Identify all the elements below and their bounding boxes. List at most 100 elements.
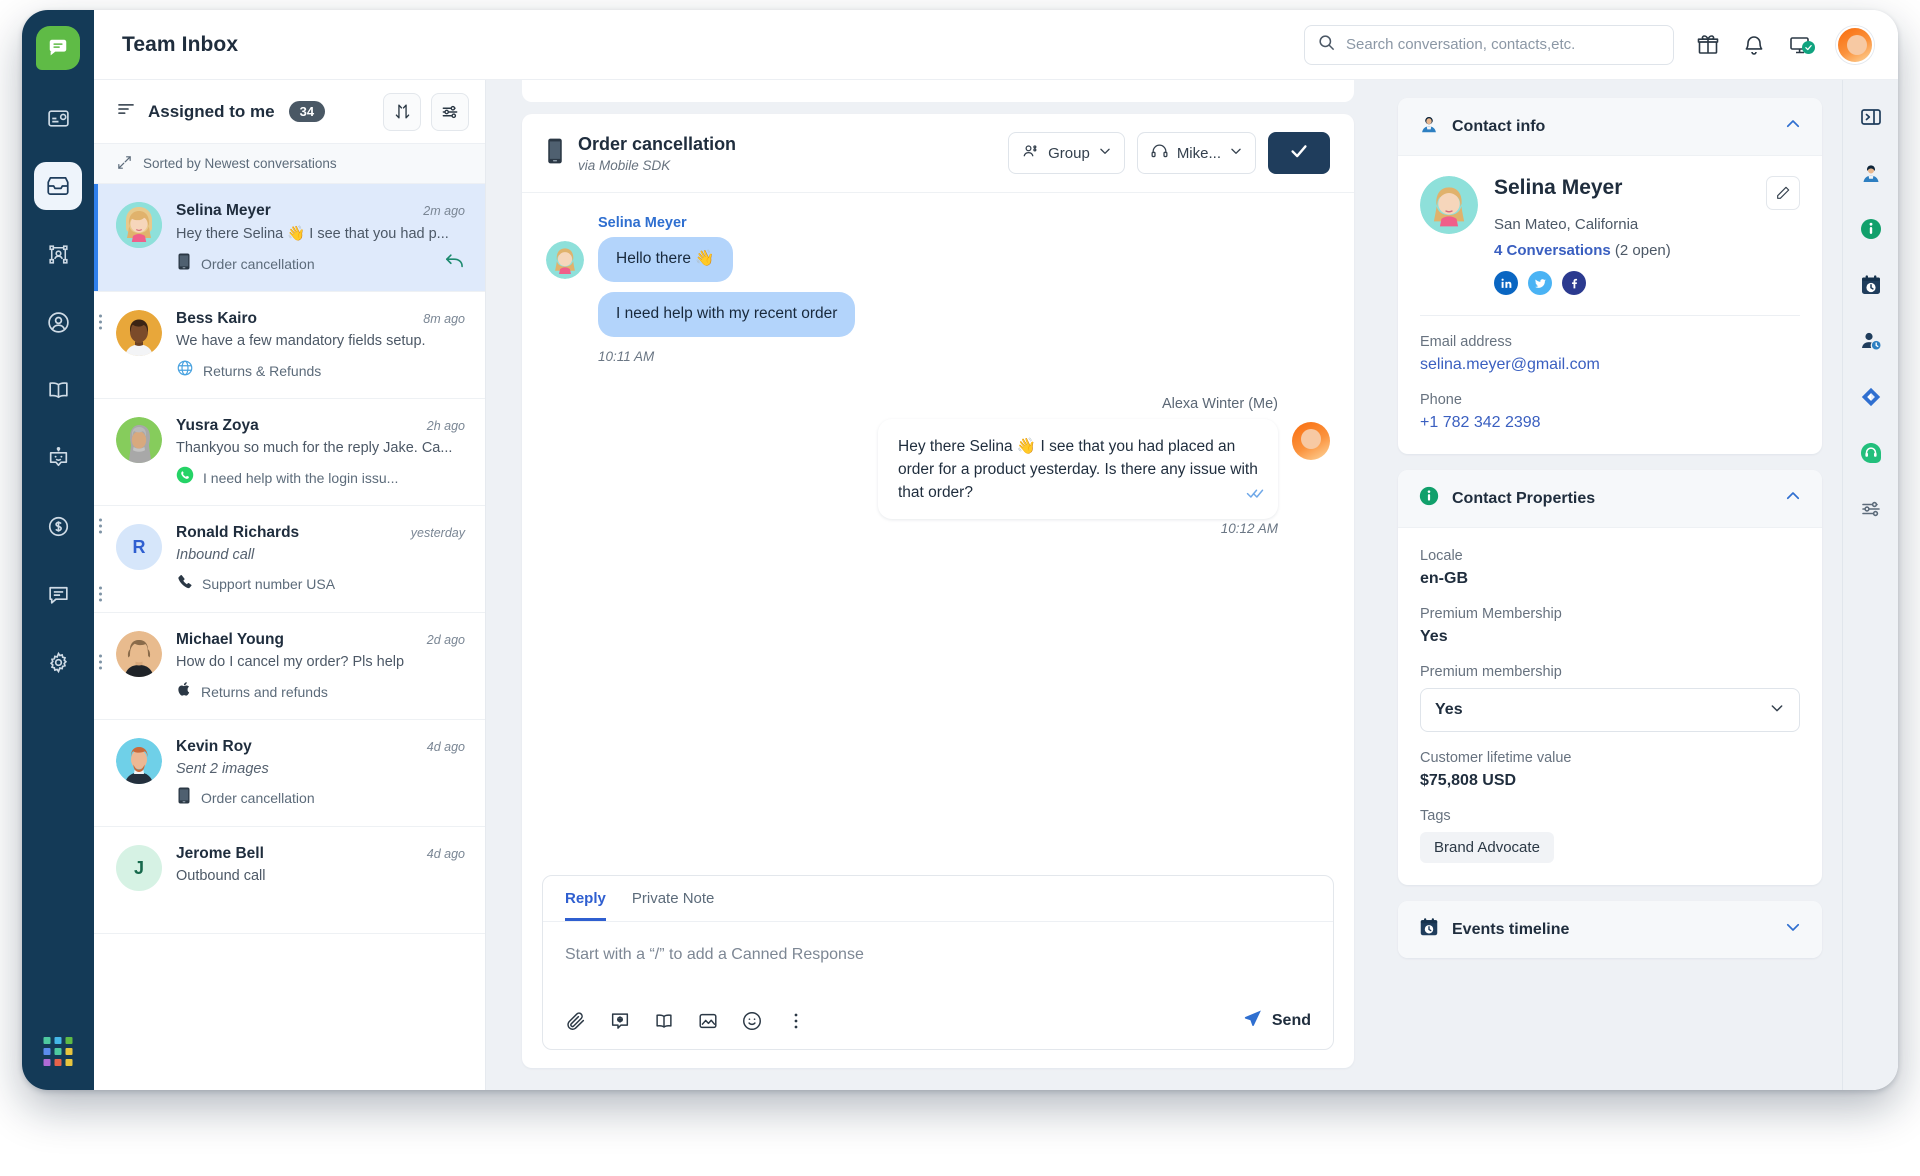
facebook-icon[interactable] — [1562, 271, 1586, 295]
events-timeline-tab[interactable] — [1856, 270, 1886, 300]
contact-name: Selina Meyer — [1494, 176, 1623, 199]
premium-membership-select[interactable]: Yes — [1420, 688, 1800, 732]
app-logo[interactable] — [36, 26, 80, 70]
canned-response-icon[interactable] — [609, 1010, 631, 1032]
sorted-by-bar[interactable]: Sorted by Newest conversations — [94, 144, 485, 184]
list-item-channel: Returns and refunds — [201, 683, 328, 700]
phone-field-block: Phone +1 782 342 2398 — [1420, 392, 1800, 432]
panel-settings-button[interactable] — [1856, 494, 1886, 524]
list-item[interactable]: J Jerome Bell 4d ago Outbound call — [94, 827, 485, 934]
list-item[interactable]: Selina Meyer 2m ago Hey there Selina 👋 I… — [94, 184, 485, 292]
property-value: en-GB — [1420, 570, 1468, 587]
phone-value[interactable]: +1 782 342 2398 — [1420, 414, 1800, 432]
list-item-time: yesterday — [410, 526, 465, 540]
list-item-time: 4d ago — [426, 740, 465, 754]
sort-arrows-icon[interactable] — [383, 92, 421, 131]
chevron-down-icon[interactable] — [1784, 918, 1802, 941]
user-avatar[interactable] — [1836, 25, 1874, 64]
contact-details: Selina Meyer San Mateo, California 4 Con… — [1494, 176, 1800, 295]
monitor-check-icon[interactable] — [1788, 33, 1815, 57]
tab-private-note[interactable]: Private Note — [632, 890, 715, 921]
image-icon[interactable] — [697, 1010, 719, 1032]
property-premium-membership-text: Premium Membership Yes — [1420, 606, 1800, 646]
conversation-items-scroll[interactable]: Selina Meyer 2m ago Hey there Selina 👋 I… — [94, 184, 485, 1090]
agent-selector[interactable]: Mike... — [1136, 132, 1256, 174]
gift-icon[interactable] — [1696, 33, 1720, 57]
events-timeline-title: Events timeline — [1452, 920, 1570, 938]
info-circle-icon — [1418, 485, 1440, 512]
paperclip-icon[interactable] — [565, 1010, 587, 1032]
collapse-panel-button[interactable] — [1856, 102, 1886, 132]
check-icon — [1288, 140, 1310, 167]
sidebar-item-bots[interactable] — [34, 434, 82, 482]
sidebar-item-flows[interactable] — [34, 230, 82, 278]
left-navigation-rail — [22, 10, 102, 1090]
resolve-button[interactable] — [1268, 132, 1330, 174]
email-label: Email address — [1420, 334, 1512, 350]
sidebar-item-settings[interactable] — [34, 638, 102, 686]
conversations-link[interactable]: 4 Conversations — [1494, 242, 1611, 259]
jira-integration-tab[interactable] — [1856, 382, 1886, 412]
sidebar-item-knowledge[interactable] — [34, 366, 82, 414]
email-value[interactable]: selina.meyer@gmail.com — [1420, 356, 1800, 374]
pencil-edit-icon[interactable] — [1766, 176, 1800, 210]
thread-title-block: Order cancellation via Mobile SDK — [578, 134, 736, 173]
headset-icon — [1150, 142, 1169, 165]
sidebar-item-contacts[interactable] — [34, 298, 102, 346]
list-item-content: Ronald Richards yesterday Inbound call S… — [176, 524, 465, 596]
tag-chip[interactable]: Brand Advocate — [1420, 832, 1554, 863]
contact-properties-card-header[interactable]: Contact Properties — [1398, 470, 1822, 528]
list-item-channel: Support number USA — [202, 576, 336, 592]
contact-info-body: Selina Meyer San Mateo, California 4 Con… — [1398, 156, 1822, 454]
contact-properties-body: Locale en-GB Premium Membership Yes Prem… — [1398, 528, 1822, 885]
search-box[interactable] — [1304, 24, 1674, 65]
reply-input[interactable]: Start with a “/” to add a Canned Respons… — [543, 922, 1333, 996]
list-item[interactable]: R Ronald Richards yesterday Inbound call — [94, 506, 485, 613]
sidebar-item-inbox[interactable] — [34, 162, 82, 210]
sidebar-item-billing[interactable] — [34, 502, 102, 550]
twitter-icon[interactable] — [1528, 271, 1552, 295]
avatar — [116, 310, 162, 356]
list-item-snippet: How do I cancel my order? Pls help — [176, 654, 405, 670]
previous-conversations-tab[interactable] — [1856, 326, 1886, 356]
linkedin-icon[interactable] — [1494, 271, 1518, 295]
outgoing-message-column: Alexa Winter (Me) Hey there Selina 👋 I s… — [878, 396, 1278, 536]
events-timeline-card-header[interactable]: Events timeline — [1398, 901, 1822, 958]
chevron-up-icon[interactable] — [1784, 487, 1802, 510]
filter-sliders-icon[interactable] — [431, 92, 469, 131]
knowledge-book-icon[interactable] — [653, 1010, 675, 1032]
group-people-icon — [1021, 142, 1040, 165]
list-item[interactable]: Kevin Roy 4d ago Sent 2 images Order can… — [94, 720, 485, 827]
contact-properties-tab[interactable] — [1856, 214, 1886, 244]
group-selector[interactable]: Group — [1008, 132, 1125, 174]
chevron-down-icon — [1229, 144, 1243, 162]
contact-person-icon — [1418, 113, 1440, 140]
mobile-sdk-icon — [176, 787, 192, 809]
message-bubble: Hey there Selina 👋 I see that you had pl… — [878, 418, 1278, 519]
list-item[interactable]: Bess Kairo 8m ago We have a few mandator… — [94, 292, 485, 399]
support-integration-tab[interactable] — [1856, 438, 1886, 468]
more-vertical-icon[interactable] — [785, 1010, 807, 1032]
app-window: Team Inbox Search conversation, contacts… — [22, 10, 1898, 1090]
list-item[interactable]: Yusra Zoya 2h ago Thankyou so much for t… — [94, 399, 485, 506]
mobile-sdk-icon — [176, 253, 192, 275]
contact-info-card-header[interactable]: Contact info — [1398, 98, 1822, 156]
sidebar-item-dashboard[interactable] — [34, 94, 82, 142]
apps-grid-icon[interactable] — [43, 1037, 73, 1066]
search-input[interactable] — [1346, 36, 1661, 53]
sidebar-item-messages[interactable] — [34, 570, 102, 618]
property-value: $75,808 USD — [1420, 772, 1517, 789]
emoji-icon[interactable] — [741, 1010, 763, 1032]
send-button[interactable]: Send — [1243, 1008, 1311, 1033]
mobile-sdk-icon — [546, 138, 564, 169]
bell-icon[interactable] — [1742, 33, 1766, 57]
contact-info-card: Contact info Selina Meyer San Mateo, Cal… — [1398, 98, 1822, 454]
reply-composer: Reply Private Note Start with a “/” to a… — [542, 875, 1334, 1050]
list-lines-icon[interactable] — [116, 99, 136, 124]
thread-card: Order cancellation via Mobile SDK Group — [522, 114, 1354, 1068]
contact-info-tab[interactable] — [1856, 158, 1886, 188]
tab-reply[interactable]: Reply — [565, 890, 606, 921]
list-item[interactable]: Michael Young 2d ago How do I cancel my … — [94, 613, 485, 720]
composer-toolbar: Send — [543, 996, 1333, 1049]
chevron-up-icon[interactable] — [1784, 115, 1802, 138]
